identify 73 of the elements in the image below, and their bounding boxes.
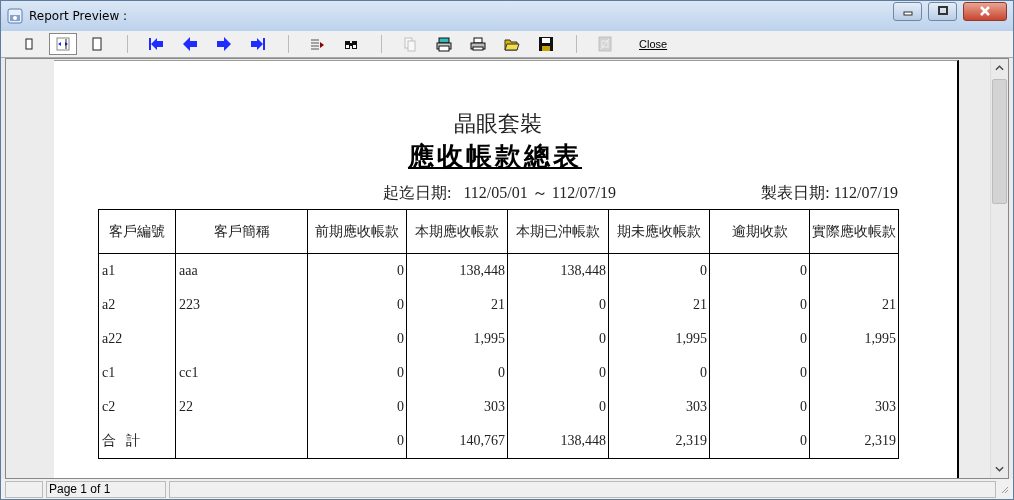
- close-button[interactable]: Close: [639, 38, 668, 50]
- column-header: 本期應收帳款: [406, 209, 508, 254]
- scroll-up-icon[interactable]: [995, 65, 1004, 71]
- resize-grip-icon[interactable]: [999, 484, 1009, 494]
- period-label: 起迄日期:: [383, 183, 452, 203]
- table-cell: 1,995: [864, 331, 896, 346]
- table-cell: 21: [882, 297, 896, 312]
- table-cell: 21: [491, 297, 505, 312]
- total-cell: 0: [800, 433, 807, 448]
- column-header: 客戶簡稱: [175, 209, 308, 254]
- maximize-button[interactable]: [928, 1, 957, 21]
- table-cell: 21: [693, 297, 707, 312]
- table-cell: 22: [179, 399, 193, 414]
- vertical-scrollbar[interactable]: [990, 59, 1008, 478]
- table-cell: 0: [599, 297, 606, 312]
- table-cell: cc1: [179, 365, 199, 380]
- column-header: 前期應收帳款: [307, 209, 407, 254]
- period-value: 112/05/01 ～ 112/07/19: [463, 183, 617, 203]
- total-cell: 2,319: [864, 433, 896, 448]
- print-date: 製表日期: 112/07/19: [761, 183, 898, 203]
- report-title: 應收帳款總表: [408, 141, 582, 173]
- table-cell: 0: [599, 365, 606, 380]
- column-header: 客戶編號: [98, 209, 176, 254]
- table-cell: a1: [102, 263, 116, 278]
- close-button[interactable]: [963, 1, 1007, 21]
- table-cell: 303: [875, 399, 896, 414]
- table-cell: 0: [397, 331, 404, 346]
- total-cell: 0: [397, 433, 404, 448]
- table-cell: 0: [397, 399, 404, 414]
- window-title: Report Preview :: [29, 9, 128, 23]
- column-header: 實際應收帳款: [809, 209, 899, 254]
- minimize-button[interactable]: [893, 1, 922, 21]
- table-cell: 0: [800, 331, 807, 346]
- table-cell: 0: [397, 297, 404, 312]
- status-panel: [5, 480, 43, 498]
- table-cell: 0: [800, 365, 807, 380]
- table-cell: a22: [102, 331, 123, 346]
- table-cell: a2: [102, 297, 116, 312]
- table-cell: aaa: [179, 263, 198, 278]
- table-cell: 0: [498, 365, 505, 380]
- table-cell: 0: [800, 297, 807, 312]
- table-cell: 0: [800, 263, 807, 278]
- table-cell: 1,995: [675, 331, 707, 346]
- table-cell: c2: [102, 399, 116, 414]
- table-cell: 223: [179, 297, 200, 312]
- table-cell: 303: [686, 399, 707, 414]
- total-cell: 2,319: [675, 433, 707, 448]
- table-cell: c1: [102, 365, 116, 380]
- company-name: 晶眼套裝: [453, 111, 543, 137]
- table-cell: 303: [484, 399, 505, 414]
- column-header: 本期已沖帳款: [507, 209, 609, 254]
- table-cell: 0: [800, 399, 807, 414]
- table-cell: 0: [599, 399, 606, 414]
- table-cell: 138,448: [459, 263, 505, 278]
- maximize-icon[interactable]: [936, 6, 949, 16]
- total-cell: 合 計: [102, 433, 143, 448]
- table-cell: 0: [397, 365, 404, 380]
- app-icon: [7, 8, 23, 24]
- close-icon[interactable]: [979, 6, 991, 16]
- table-cell: 1,995: [473, 331, 505, 346]
- fit-width-icon[interactable]: [49, 33, 77, 55]
- column-header: 期未應收帳款: [608, 209, 710, 254]
- total-cell: 140,767: [459, 433, 505, 448]
- table-cell: 0: [700, 263, 707, 278]
- total-cell: 138,448: [560, 433, 606, 448]
- table-cell: 0: [700, 365, 707, 380]
- table-cell: 0: [599, 331, 606, 346]
- page-indicator: Page 1 of 1: [46, 480, 166, 498]
- scroll-down-icon[interactable]: [995, 466, 1004, 472]
- scroll-thumb[interactable]: [992, 79, 1007, 204]
- column-header: 逾期收款: [709, 209, 810, 254]
- table-cell: 138,448: [560, 263, 606, 278]
- table-cell: 0: [397, 263, 404, 278]
